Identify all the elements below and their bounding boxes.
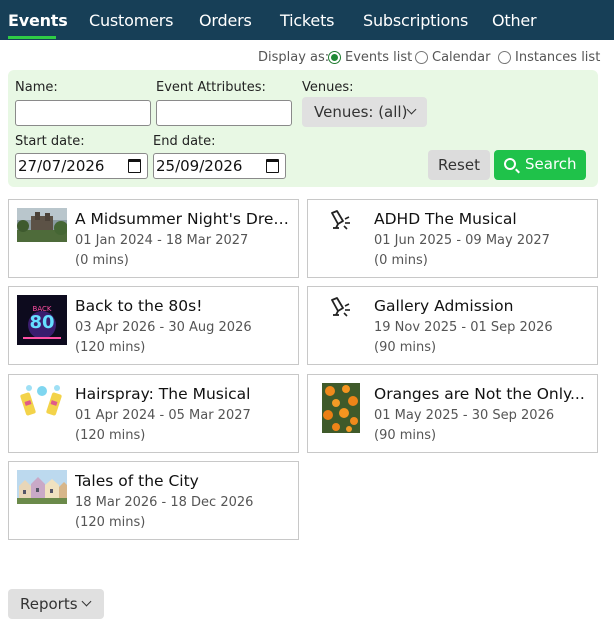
end-date-input[interactable]: 25/09/2026 xyxy=(153,153,286,179)
venues-dropdown-value: Venues: (all) xyxy=(314,103,408,121)
event-dates: 03 Apr 2026 - 30 Aug 2026 xyxy=(75,320,252,335)
event-card[interactable]: 80 BACK Back to the 80s! 03 Apr 2026 - 3… xyxy=(8,286,299,365)
event-duration: (120 mins) xyxy=(75,515,146,530)
event-duration: (0 mins) xyxy=(75,253,129,268)
start-date-input[interactable]: 27/07/2026 xyxy=(15,153,148,179)
tab-tickets[interactable]: Tickets xyxy=(280,0,334,40)
chevron-down-icon xyxy=(81,596,92,607)
event-duration: (120 mins) xyxy=(75,428,146,443)
event-title: ADHD The Musical xyxy=(374,210,517,228)
tab-other[interactable]: Other xyxy=(492,0,537,40)
event-duration: (90 mins) xyxy=(374,428,437,443)
event-attributes-input[interactable] xyxy=(156,100,292,126)
radio-events-list-label[interactable]: Events list xyxy=(345,50,412,65)
tab-events[interactable]: Events xyxy=(8,0,68,40)
event-title: A Midsummer Night's Dream xyxy=(75,210,297,228)
tab-subscriptions[interactable]: Subscriptions xyxy=(363,0,468,40)
event-thumbnail xyxy=(17,208,67,242)
calendar-icon[interactable] xyxy=(128,159,141,173)
end-date-value: 25/09/2026 xyxy=(156,157,243,175)
top-nav: Events Customers Orders Tickets Subscrip… xyxy=(0,0,614,40)
radio-instances-list[interactable] xyxy=(498,51,511,64)
radio-events-list[interactable] xyxy=(328,51,341,64)
chevron-down-icon xyxy=(406,104,417,115)
spotlight-icon xyxy=(328,210,354,234)
event-card[interactable]: Tales of the City 18 Mar 2026 - 18 Dec 2… xyxy=(8,461,299,540)
search-icon xyxy=(504,158,516,170)
search-button[interactable]: Search xyxy=(494,150,586,180)
spotlight-icon xyxy=(328,297,354,321)
calendar-icon[interactable] xyxy=(266,159,279,173)
radio-calendar-label[interactable]: Calendar xyxy=(432,50,490,65)
event-title: Hairspray: The Musical xyxy=(75,385,251,403)
event-dates: 01 Jan 2024 - 18 Mar 2027 xyxy=(75,233,249,248)
event-dates: 19 Nov 2025 - 01 Sep 2026 xyxy=(374,320,553,335)
event-thumbnail xyxy=(17,383,67,423)
reports-label: Reports xyxy=(20,595,78,613)
reports-dropdown[interactable]: Reports xyxy=(8,589,104,619)
start-date-label: Start date: xyxy=(15,134,85,149)
radio-calendar[interactable] xyxy=(415,51,428,64)
event-title: Oranges are Not the Only... xyxy=(374,385,585,403)
event-thumbnail xyxy=(322,383,360,433)
end-date-label: End date: xyxy=(153,134,216,149)
event-dates: 01 May 2025 - 30 Sep 2026 xyxy=(374,408,555,423)
event-dates: 01 Jun 2025 - 09 May 2027 xyxy=(374,233,550,248)
event-title: Back to the 80s! xyxy=(75,297,203,315)
venues-label: Venues: xyxy=(302,80,354,95)
event-card[interactable]: ADHD The Musical 01 Jun 2025 - 09 May 20… xyxy=(307,199,598,278)
event-duration: (0 mins) xyxy=(374,253,428,268)
search-button-label: Search xyxy=(525,155,577,173)
event-duration: (90 mins) xyxy=(374,340,437,355)
event-thumbnail: 80 BACK xyxy=(17,295,67,345)
name-input[interactable] xyxy=(15,100,151,126)
reset-button[interactable]: Reset xyxy=(428,150,490,180)
event-attributes-label: Event Attributes: xyxy=(156,80,266,95)
event-dates: 01 Apr 2024 - 05 Mar 2027 xyxy=(75,408,251,423)
display-as-label: Display as: xyxy=(258,50,330,65)
tab-customers[interactable]: Customers xyxy=(89,0,173,40)
tab-orders[interactable]: Orders xyxy=(199,0,252,40)
svg-text:80: 80 xyxy=(29,312,54,333)
event-card[interactable]: Gallery Admission 19 Nov 2025 - 01 Sep 2… xyxy=(307,286,598,365)
event-card[interactable]: Oranges are Not the Only... 01 May 2025 … xyxy=(307,374,598,453)
active-tab-indicator xyxy=(8,36,56,39)
radio-instances-list-label[interactable]: Instances list xyxy=(515,50,600,65)
name-label: Name: xyxy=(15,80,58,95)
event-duration: (120 mins) xyxy=(75,340,146,355)
event-card[interactable]: A Midsummer Night's Dream 01 Jan 2024 - … xyxy=(8,199,299,278)
event-dates: 18 Mar 2026 - 18 Dec 2026 xyxy=(75,495,254,510)
start-date-value: 27/07/2026 xyxy=(18,157,105,175)
event-title: Tales of the City xyxy=(75,472,199,490)
venues-dropdown[interactable]: Venues: (all) xyxy=(302,97,427,127)
event-card[interactable]: Hairspray: The Musical 01 Apr 2024 - 05 … xyxy=(8,374,299,453)
event-title: Gallery Admission xyxy=(374,297,514,315)
svg-text:BACK: BACK xyxy=(33,305,52,313)
event-thumbnail xyxy=(17,470,67,504)
